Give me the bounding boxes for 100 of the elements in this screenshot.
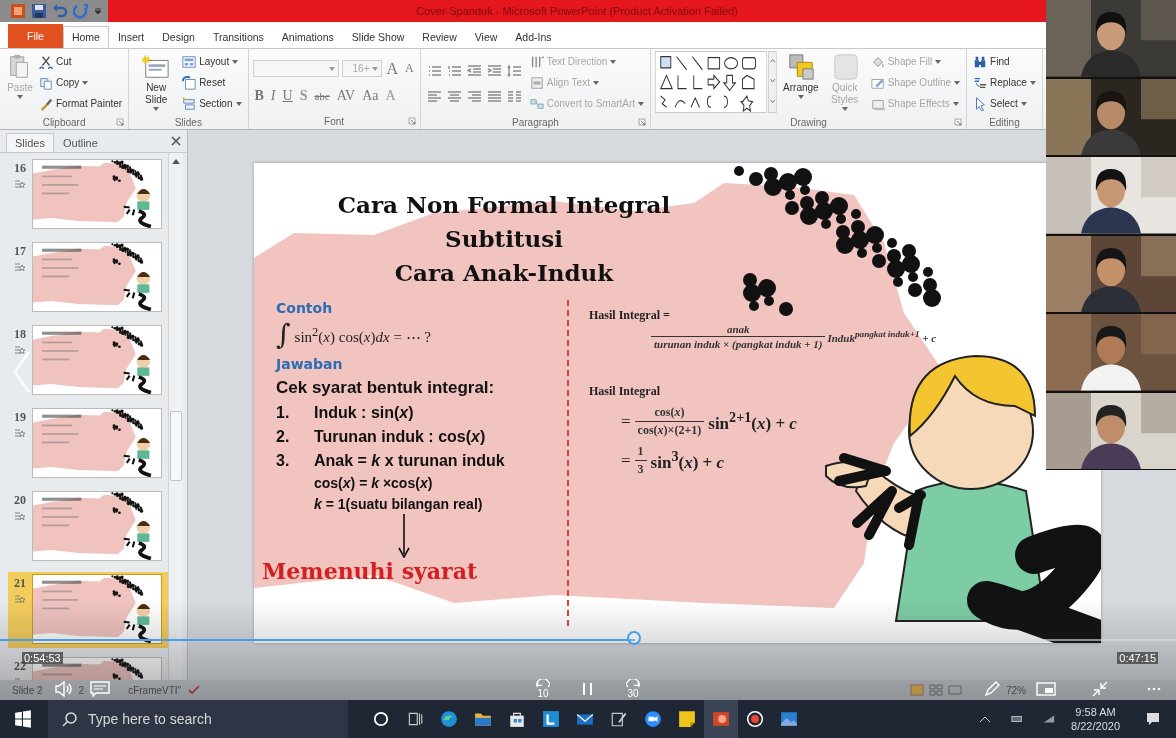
text-direction-icon — [529, 54, 544, 69]
transition-icon — [14, 179, 26, 189]
slide-thumbnail[interactable] — [32, 491, 162, 561]
ribbon-button[interactable]: Copy — [37, 72, 125, 93]
replace-icon — [973, 75, 988, 90]
align-center-icon[interactable] — [446, 89, 462, 103]
font-format-button[interactable]: B — [252, 88, 266, 105]
battery-icon[interactable] — [1011, 714, 1024, 724]
ribbon-tab[interactable]: Animations — [272, 26, 343, 48]
list-item-text: Induk : sin(x) — [314, 404, 414, 422]
paintbrush-icon — [39, 96, 53, 111]
font-format-button[interactable]: U — [280, 88, 295, 105]
ribbon-button[interactable]: Select — [971, 93, 1038, 114]
font-format-button[interactable]: I — [268, 88, 278, 105]
panel-tab[interactable]: Slides — [6, 133, 54, 152]
math-expression: sin$^{2+1}$(x) + c — [708, 409, 797, 434]
close-icon[interactable] — [171, 136, 181, 146]
customize-caret-icon[interactable] — [94, 7, 102, 15]
dialog-launcher-icon[interactable] — [638, 118, 647, 126]
ribbon-tab[interactable]: Slide Show — [342, 26, 414, 48]
ribbon-button[interactable]: Format Painter — [37, 93, 125, 114]
slide-thumbnail[interactable] — [32, 159, 162, 229]
progress-handle[interactable] — [627, 631, 642, 645]
presentation-app-icon[interactable] — [704, 700, 738, 738]
file-tab[interactable]: File — [8, 24, 63, 48]
ribbon-button[interactable]: Replace — [971, 72, 1038, 93]
scroll-up-icon[interactable] — [171, 157, 181, 165]
ribbon-button[interactable]: Layout — [180, 51, 244, 72]
captions-icon[interactable] — [90, 681, 110, 697]
shape-gallery[interactable] — [655, 51, 778, 113]
dialog-launcher-icon[interactable] — [954, 118, 963, 126]
fraction-numerator: 1 — [636, 444, 645, 460]
slide-thumbnail[interactable] — [32, 574, 162, 644]
font-format-button[interactable]: abc — [312, 90, 332, 103]
copy-icon — [39, 75, 53, 90]
panel-tab[interactable]: Outline — [53, 133, 107, 152]
volume-icon[interactable] — [54, 681, 74, 697]
previous-slide-chevron-icon[interactable] — [12, 350, 32, 394]
ribbon-button[interactable]: Cut — [37, 51, 125, 72]
font-field[interactable] — [252, 60, 339, 78]
normal-view-icon[interactable] — [910, 684, 924, 696]
ribbon-tab[interactable]: Transitions — [203, 26, 273, 48]
spellcheck-icon[interactable] — [187, 684, 202, 696]
transition-icon — [14, 262, 26, 272]
align-right-icon[interactable] — [466, 89, 482, 103]
ribbon-button[interactable]: Section — [180, 93, 244, 114]
font-size-button[interactable]: A — [403, 61, 416, 77]
ribbon-tab[interactable]: View — [465, 26, 507, 48]
group-label: Editing — [989, 116, 1020, 128]
ribbon-tab[interactable]: Review — [413, 26, 466, 48]
decrease-indent-icon[interactable] — [466, 63, 482, 77]
ribbon-button[interactable]: Find — [971, 51, 1038, 72]
dialog-launcher-icon[interactable] — [116, 118, 125, 126]
picture-in-picture-icon[interactable] — [1036, 681, 1056, 697]
ribbon-button[interactable]: New Slide — [133, 51, 180, 115]
scrollbar-thumb[interactable] — [170, 411, 182, 481]
ribbon-button[interactable]: Reset — [180, 72, 244, 93]
group-label: Drawing — [790, 116, 827, 128]
slide-thumbnail[interactable] — [32, 242, 162, 312]
font-format-button[interactable]: Aa — [360, 88, 381, 105]
elapsed-time: 0:54:53 — [22, 652, 63, 664]
clock-date: 8/22/2020 — [1071, 719, 1120, 733]
list-number: 3. — [276, 452, 291, 470]
app-logo-icon[interactable] — [10, 3, 26, 19]
ribbon-tab[interactable]: Home — [62, 26, 109, 48]
group-label: Paragraph — [512, 116, 559, 128]
ribbon-button[interactable]: Arrange — [781, 51, 821, 115]
line-spacing-icon[interactable] — [506, 63, 522, 77]
slide-heading: Cek syarat bentuk integral: — [276, 378, 495, 398]
font-size-button[interactable]: A — [384, 59, 401, 78]
undo-icon[interactable] — [52, 3, 68, 19]
scrollbar[interactable] — [168, 153, 183, 680]
dialog-launcher-icon[interactable] — [407, 117, 416, 126]
columns-icon[interactable] — [506, 89, 522, 103]
align-left-icon[interactable] — [426, 89, 442, 103]
save-icon[interactable] — [31, 3, 47, 19]
chevron-up-icon[interactable] — [979, 714, 992, 724]
search-field[interactable]: Type here to search — [48, 700, 348, 738]
math-expression: Induk$^{pangkat induk+1}$ + c — [827, 329, 937, 344]
font-format-button[interactable]: AV — [334, 88, 358, 105]
transition-icon — [14, 594, 26, 604]
bullet-list-icon[interactable] — [426, 63, 442, 77]
fraction-numerator: cos(x) — [653, 405, 686, 421]
cursor-icon — [973, 96, 988, 111]
notifications-icon[interactable] — [1146, 712, 1160, 726]
reading-view-icon[interactable] — [948, 684, 962, 696]
ribbon-tab[interactable]: Insert — [108, 26, 154, 48]
pencil-icon[interactable] — [982, 681, 1002, 697]
ribbon-tab[interactable]: Add-Ins — [506, 26, 561, 48]
slide-thumbnail[interactable] — [32, 408, 162, 478]
increase-indent-icon[interactable] — [486, 63, 502, 77]
fraction-denominator: cos(x)×(2+1) — [634, 421, 705, 438]
slide-indicator: Slide 2 — [12, 684, 43, 696]
wifi-icon[interactable] — [1043, 714, 1056, 724]
sorter-view-icon[interactable] — [929, 684, 943, 696]
ribbon-tab[interactable]: Design — [153, 26, 204, 48]
numbered-list-icon[interactable] — [446, 63, 462, 77]
shrink-icon[interactable] — [1090, 681, 1110, 697]
slide-thumbnail[interactable] — [32, 325, 162, 395]
justify-icon[interactable] — [486, 89, 502, 103]
